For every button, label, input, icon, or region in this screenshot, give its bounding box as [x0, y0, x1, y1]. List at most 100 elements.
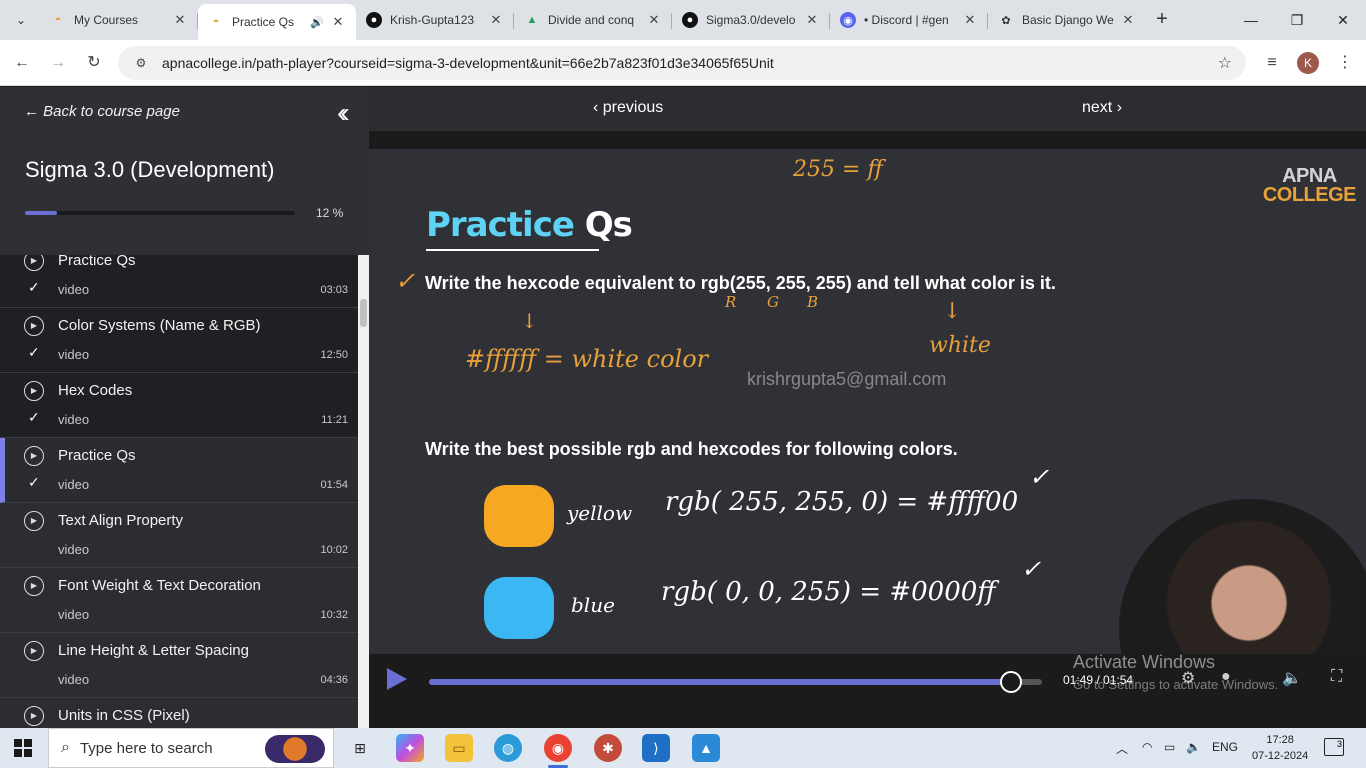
checkmark-icon: ✓ [28, 344, 40, 360]
previous-label: previous [602, 99, 664, 116]
back-to-course-link[interactable]: ← Back to course page [24, 103, 180, 120]
lesson-item[interactable]: ▶ Text Align Property video 10:02 [0, 503, 358, 568]
app-icon[interactable]: ✱ [594, 734, 622, 762]
tab-github-profile[interactable]: ● Krish-Gupta123 ✕ [356, 4, 514, 36]
lesson-item-current[interactable]: ▶ Practice Qs ✓ video 01:54 [0, 438, 358, 503]
lesson-name: Color Systems (Name & RGB) [58, 317, 261, 334]
speaker-icon[interactable]: 🔈 [1186, 740, 1201, 754]
menu-kebab-icon[interactable]: ⋮ [1334, 52, 1356, 74]
volume-icon[interactable]: 🔈 [1282, 668, 1302, 688]
bookmark-star-icon[interactable]: ☆ [1218, 53, 1232, 73]
ink-blue-answer: rgb( 0, 0, 255) = #0000ff [661, 577, 996, 607]
play-circle-icon: ▶ [24, 706, 44, 726]
minimize-icon[interactable]: — [1228, 0, 1274, 40]
tray-chevron-icon[interactable]: ︿ [1116, 740, 1128, 757]
clock-date: 07-12-2024 [1252, 750, 1309, 762]
search-highlight-icon [265, 735, 325, 763]
language-indicator[interactable]: ENG [1212, 740, 1238, 754]
title-underline [426, 249, 599, 251]
vscode-icon[interactable]: ⟩ [642, 734, 670, 762]
close-tab-icon[interactable]: ✕ [962, 12, 978, 28]
back-arrow-icon[interactable]: ← [11, 52, 33, 74]
close-tab-icon[interactable]: ✕ [330, 14, 346, 30]
lesson-item[interactable]: ▶ Units in CSS (Pixel) [0, 698, 358, 728]
lesson-name: Line Height & Letter Spacing [58, 642, 249, 659]
lesson-item[interactable]: ▶ Font Weight & Text Decoration video 10… [0, 568, 358, 633]
play-icon[interactable] [387, 668, 407, 690]
fullscreen-icon[interactable]: ⛶ [1331, 668, 1342, 686]
lesson-duration: 10:32 [320, 609, 348, 621]
address-toolbar: ← → ↻ ⚙ apnacollege.in/path-player?cours… [0, 40, 1366, 86]
email-watermark: krishrgupta5@gmail.com [747, 369, 947, 389]
file-explorer-icon[interactable]: ▭ [445, 734, 473, 762]
copilot-icon[interactable]: ✦ [396, 734, 424, 762]
tab-discord[interactable]: ◉ • Discord | #gen ✕ [830, 4, 988, 36]
chrome-icon[interactable]: ◉ [544, 734, 572, 768]
close-tab-icon[interactable]: ✕ [172, 12, 188, 28]
activate-windows-subtitle: Go to Settings to activate Windows. [1073, 677, 1279, 692]
windows-start-icon[interactable] [14, 739, 32, 757]
lesson-item[interactable]: ▶ Line Height & Letter Spacing video 04:… [0, 633, 358, 698]
close-tab-icon[interactable]: ✕ [646, 12, 662, 28]
tab-practice-qs[interactable]: ◓ Practice Qs 🔊 ✕ [198, 4, 356, 40]
play-circle-icon: ▶ [24, 446, 44, 466]
discord-icon: ◉ [840, 12, 856, 28]
audio-playing-icon[interactable]: 🔊 [310, 16, 324, 29]
lesson-duration: 10:02 [320, 544, 348, 556]
presenter-webcam [1119, 499, 1366, 654]
url-text: apnacollege.in/path-player?courseid=sigm… [162, 55, 774, 71]
site-settings-icon[interactable]: ⚙ [132, 54, 150, 72]
close-tab-icon[interactable]: ✕ [1120, 12, 1136, 28]
logo-line2: COLLEGE [1262, 184, 1357, 206]
edge-icon[interactable]: ◍ [494, 734, 522, 762]
lesson-duration: 11:21 [321, 414, 348, 426]
tab-github-repo[interactable]: ● Sigma3.0/develo ✕ [672, 4, 830, 36]
checkmark-icon: ✓ [28, 409, 40, 425]
scrollbar-thumb[interactable] [360, 299, 367, 327]
apna-college-favicon-icon: ◓ [212, 16, 220, 28]
taskbar-search[interactable]: ⌕ Type here to search [48, 728, 334, 768]
lesson-item[interactable]: ▶ Practice Qs ✓ video 03:03 [0, 255, 358, 308]
url-bar[interactable]: ⚙ apnacollege.in/path-player?courseid=si… [118, 46, 1246, 80]
lesson-name: Practice Qs [58, 255, 136, 269]
next-label: next [1082, 99, 1113, 116]
task-view-icon[interactable]: ⊞ [346, 734, 374, 762]
seek-handle[interactable] [1000, 671, 1023, 693]
close-tab-icon[interactable]: ✕ [488, 12, 504, 28]
ink-white-word: white [929, 333, 991, 358]
lesson-item[interactable]: ▶ Hex Codes ✓ video 11:21 [0, 373, 358, 438]
video-frame[interactable]: APNA COLLEGE 255 = ff Practice Qs ✓ Writ… [369, 149, 1366, 654]
notification-center-icon[interactable]: 3 [1324, 738, 1344, 756]
reload-icon[interactable]: ↻ [83, 52, 105, 74]
photos-icon[interactable]: ▲ [692, 734, 720, 762]
forward-arrow-icon[interactable]: → [47, 52, 69, 74]
ink-down-arrow-2: ↓ [943, 299, 962, 324]
ink-letter-g: G [767, 293, 779, 311]
system-clock[interactable]: 17:28 07-12-2024 [1252, 732, 1308, 764]
media-control-icon[interactable]: ≡ [1261, 52, 1283, 74]
google-drive-icon: ▲ [526, 14, 538, 26]
tab-chatgpt[interactable]: ✿ Basic Django We ✕ [988, 4, 1146, 36]
seek-bar[interactable] [429, 671, 1042, 693]
tab-google-drive[interactable]: ▲ Divide and conq ✕ [514, 4, 672, 36]
browser-tab-strip: ⌄ ◓ My Courses ✕ ◓ Practice Qs 🔊 ✕ ● Kri… [0, 0, 1366, 40]
previous-button[interactable]: ‹ previous [593, 99, 663, 117]
profile-avatar[interactable]: K [1297, 52, 1319, 74]
tab-my-courses[interactable]: ◓ My Courses ✕ [40, 4, 198, 36]
tab-search-chevron-icon[interactable]: ⌄ [8, 7, 34, 33]
lesson-name: Font Weight & Text Decoration [58, 577, 261, 594]
restore-icon[interactable]: ❐ [1274, 0, 1320, 40]
close-window-icon[interactable]: ✕ [1320, 0, 1366, 40]
player-area: ‹ previous next › APNA COLLEGE 255 = ff … [369, 87, 1366, 728]
tab-label: Krish-Gupta123 [390, 13, 475, 27]
wifi-icon[interactable]: ◠ [1142, 740, 1152, 754]
new-tab-plus-icon[interactable]: + [1150, 8, 1174, 31]
sidebar-scrollbar[interactable] [358, 255, 369, 728]
next-button[interactable]: next › [1082, 99, 1122, 117]
battery-icon[interactable]: ▭ [1164, 740, 1175, 754]
ink-blue-label: blue [571, 593, 615, 617]
collapse-sidebar-icon[interactable]: ‹‹ [337, 97, 349, 129]
lesson-item[interactable]: ▶ Color Systems (Name & RGB) ✓ video 12:… [0, 308, 358, 373]
tab-label: Sigma3.0/develo [706, 13, 796, 27]
close-tab-icon[interactable]: ✕ [804, 12, 820, 28]
